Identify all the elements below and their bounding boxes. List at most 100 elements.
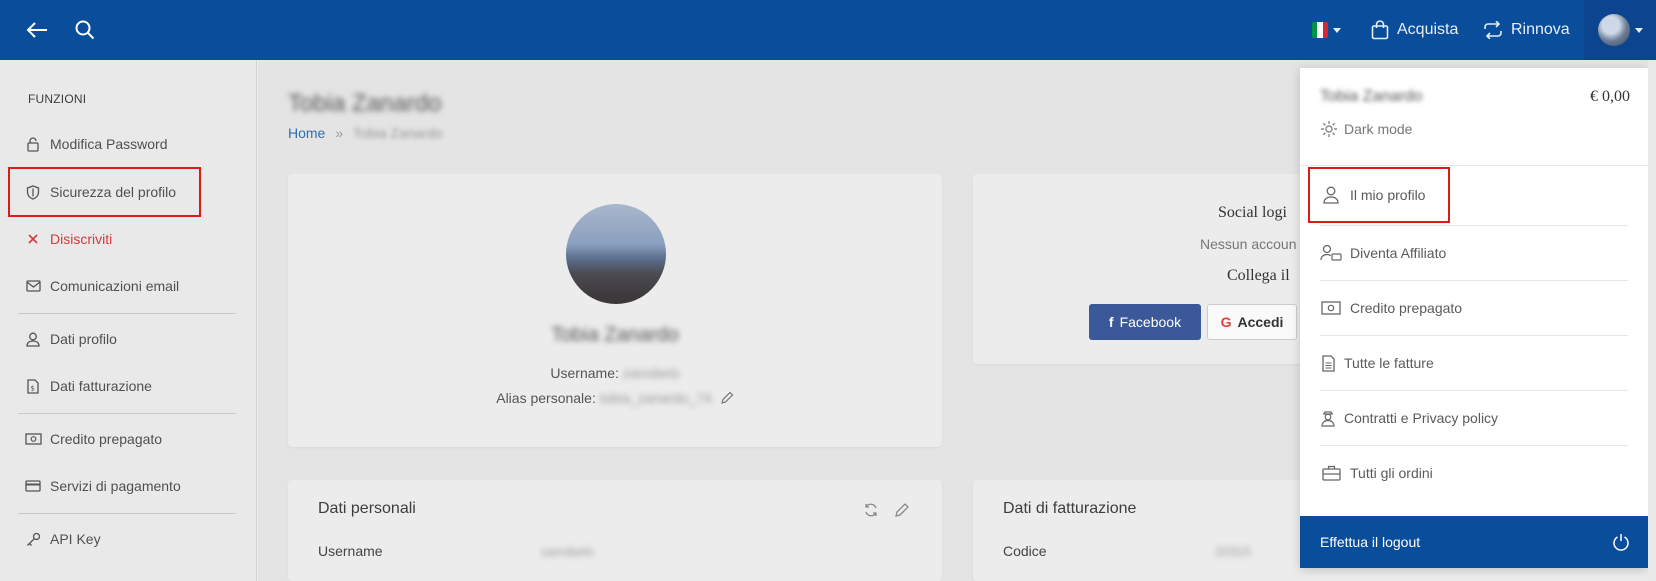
facebook-button[interactable]: f Facebook bbox=[1089, 304, 1201, 340]
alias-value: tobia_zanardo_74 bbox=[599, 390, 712, 406]
sidebar-item-comunicazioni-email[interactable]: Comunicazioni email bbox=[24, 268, 179, 304]
back-arrow-icon[interactable] bbox=[22, 15, 52, 45]
social-login-subtitle: Nessun accoun bbox=[1200, 236, 1297, 252]
code-value: 20315 bbox=[1215, 544, 1252, 559]
buy-label: Acquista bbox=[1397, 21, 1459, 38]
breadcrumb-separator: » bbox=[335, 125, 344, 141]
alias-row: Alias personale: tobia_zanardo_74 bbox=[288, 390, 942, 408]
sidebar-item-label: Comunicazioni email bbox=[50, 278, 180, 294]
highlight-box bbox=[1308, 167, 1450, 223]
google-login-button[interactable]: G Accedi bbox=[1207, 304, 1297, 340]
sidebar-item-modifica-password[interactable]: Modifica Password bbox=[24, 126, 168, 162]
sidebar-item-label: Disiscriviti bbox=[50, 231, 113, 247]
menu-item-label: Tutte le fatture bbox=[1344, 355, 1434, 371]
dropdown-divider bbox=[1320, 280, 1628, 281]
menu-item-contratti-privacy[interactable]: Contratti e Privacy policy bbox=[1320, 398, 1498, 438]
envelope-icon bbox=[24, 277, 42, 295]
sidebar-item-label: Dati profilo bbox=[50, 331, 117, 347]
scrollbar[interactable] bbox=[1648, 60, 1656, 581]
code-label: Codice bbox=[1003, 543, 1047, 559]
profile-name: Tobia Zanardo bbox=[551, 324, 679, 346]
google-icon: G bbox=[1220, 314, 1232, 330]
billing-data-title: Dati di fatturazione bbox=[1003, 500, 1137, 517]
dark-mode-toggle[interactable]: Dark mode bbox=[1320, 120, 1412, 138]
sidebar-item-servizi-pagamento[interactable]: Servizi di pagamento bbox=[24, 468, 181, 504]
briefcase-icon bbox=[1320, 462, 1342, 484]
menu-item-label: Credito prepagato bbox=[1350, 300, 1463, 316]
dropdown-divider bbox=[1320, 225, 1628, 226]
menu-item-tutte-le-fatture[interactable]: Tutte le fatture bbox=[1320, 343, 1434, 383]
gear-icon bbox=[1320, 120, 1338, 138]
personal-data-card: Dati personali Username zanobelo bbox=[288, 480, 942, 581]
svg-text:$: $ bbox=[30, 384, 34, 392]
menu-item-tutti-gli-ordini[interactable]: Tutti gli ordini bbox=[1320, 453, 1433, 493]
dropdown-divider bbox=[1300, 165, 1648, 166]
sidebar-divider bbox=[18, 313, 236, 314]
refresh-icon[interactable] bbox=[863, 502, 879, 522]
facebook-label: Facebook bbox=[1119, 314, 1182, 330]
invoice-icon: $ bbox=[24, 377, 42, 395]
dark-mode-label: Dark mode bbox=[1344, 121, 1413, 137]
search-icon[interactable] bbox=[70, 15, 100, 45]
menu-item-credito-prepagato[interactable]: Credito prepagato bbox=[1320, 288, 1462, 328]
sidebar: FUNZIONI Modifica Password Sicurezza del… bbox=[0, 60, 257, 581]
username-value: zanobelo bbox=[541, 544, 594, 559]
language-selector[interactable] bbox=[1312, 0, 1341, 60]
username-value: zanobelo bbox=[622, 365, 680, 381]
alias-label: Alias personale: bbox=[496, 390, 596, 406]
chevron-down-icon bbox=[1333, 27, 1341, 33]
profile-card: Tobia Zanardo Username: zanobelo Alias p… bbox=[288, 174, 942, 447]
dropdown-balance: € 0,00 bbox=[1590, 88, 1630, 105]
user-menu-toggle[interactable] bbox=[1584, 0, 1656, 60]
buy-button[interactable]: Acquista bbox=[1371, 0, 1458, 60]
shopping-bag-icon bbox=[1371, 20, 1389, 40]
pencil-icon[interactable] bbox=[720, 391, 734, 408]
logout-button[interactable]: Effettua il logout bbox=[1300, 516, 1648, 568]
sidebar-item-disiscriviti[interactable]: Disiscriviti bbox=[24, 221, 112, 257]
flag-red bbox=[1322, 22, 1328, 38]
username-label: Username: bbox=[550, 365, 619, 381]
sidebar-item-label: API Key bbox=[50, 531, 101, 547]
google-label: Accedi bbox=[1237, 314, 1284, 330]
money-icon bbox=[1320, 297, 1342, 319]
close-icon bbox=[24, 230, 42, 248]
sidebar-item-credito-prepagato[interactable]: Credito prepagato bbox=[24, 421, 162, 457]
money-icon bbox=[24, 430, 42, 448]
breadcrumb: Home » Tobia Zanardo bbox=[288, 125, 443, 141]
social-login-title: Social logi bbox=[1218, 204, 1287, 221]
breadcrumb-home-link[interactable]: Home bbox=[288, 125, 325, 141]
sidebar-section-title: FUNZIONI bbox=[28, 92, 87, 106]
user-icon bbox=[24, 330, 42, 348]
menu-item-label: Tutti gli ordini bbox=[1350, 465, 1433, 481]
social-link-title: Collega il bbox=[1227, 267, 1290, 284]
pencil-icon[interactable] bbox=[894, 502, 910, 522]
key-icon bbox=[24, 530, 42, 548]
username-label: Username bbox=[318, 543, 383, 559]
sidebar-item-label: Servizi di pagamento bbox=[50, 478, 181, 494]
dropdown-divider bbox=[1320, 445, 1628, 446]
agent-icon bbox=[1320, 407, 1336, 429]
menu-item-diventa-affiliato[interactable]: Diventa Affiliato bbox=[1320, 233, 1446, 273]
dropdown-user-name: Tobia Zanardo bbox=[1320, 88, 1423, 105]
sidebar-item-dati-profilo[interactable]: Dati profilo bbox=[24, 321, 117, 357]
logout-label: Effettua il logout bbox=[1320, 534, 1421, 550]
renew-button[interactable]: Rinnova bbox=[1483, 0, 1570, 60]
dropdown-divider bbox=[1320, 335, 1628, 336]
document-icon bbox=[1320, 352, 1336, 374]
refresh-icon bbox=[1484, 21, 1502, 39]
sidebar-divider bbox=[18, 413, 236, 414]
sidebar-divider bbox=[18, 513, 236, 514]
sidebar-item-dati-fatturazione[interactable]: $ Dati fatturazione bbox=[24, 368, 152, 404]
power-icon bbox=[1612, 533, 1630, 551]
top-navbar: Acquista Rinnova bbox=[0, 0, 1656, 60]
chevron-down-icon bbox=[1634, 27, 1643, 33]
sidebar-item-label: Dati fatturazione bbox=[50, 378, 152, 394]
sidebar-item-api-key[interactable]: API Key bbox=[24, 521, 101, 557]
menu-item-label: Diventa Affiliato bbox=[1350, 245, 1447, 261]
italy-flag-icon bbox=[1312, 22, 1328, 38]
profile-picture bbox=[566, 204, 666, 304]
lock-icon bbox=[24, 135, 42, 153]
renew-label: Rinnova bbox=[1511, 21, 1570, 38]
sidebar-item-label: Credito prepagato bbox=[50, 431, 163, 447]
facebook-icon: f bbox=[1108, 314, 1114, 330]
